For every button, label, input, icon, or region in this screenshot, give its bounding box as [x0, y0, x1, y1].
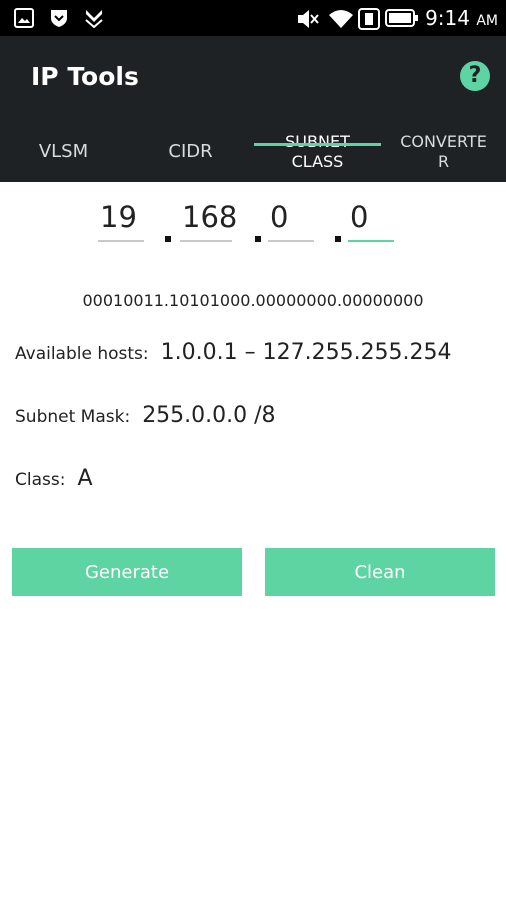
shield-notification-icon [51, 10, 67, 27]
octet-separator [255, 236, 261, 242]
tab-cidr[interactable]: CIDR [127, 122, 254, 182]
octet-4-input[interactable]: 0 [348, 200, 394, 242]
subnet-mask-value: 255.0.0.0 /8 [142, 403, 276, 428]
available-hosts-row: Available hosts: 1.0.0.1 – 127.255.255.25… [15, 340, 452, 365]
clean-button[interactable]: Clean [265, 548, 495, 596]
generate-button[interactable]: Generate [12, 548, 242, 596]
octet-3-input[interactable]: 0 [268, 200, 314, 242]
octet-2-input[interactable]: 168 [180, 200, 237, 242]
octet-1-input[interactable]: 19 [98, 200, 144, 242]
active-tab-indicator [254, 143, 381, 146]
app-title: IP Tools [31, 62, 139, 91]
tab-vlsm[interactable]: VLSM [0, 122, 127, 182]
class-label: Class: [15, 470, 66, 490]
ampm-text: AM [476, 13, 498, 29]
class-row: Class: A [15, 466, 93, 491]
app-bar: IP Tools ? VLSM CIDR SUBNET CLASS CONVER… [0, 36, 506, 182]
tab-bar: VLSM CIDR SUBNET CLASS CONVERTE R [0, 122, 506, 182]
tab-label: CONVERTE R [400, 132, 487, 171]
subnet-mask-label: Subnet Mask: [15, 407, 131, 427]
time-text: 9:14 [425, 6, 470, 30]
tab-converter[interactable]: CONVERTE R [381, 122, 506, 182]
gallery-notification-icon [14, 8, 34, 28]
available-hosts-value: 1.0.0.1 – 127.255.255.254 [160, 340, 452, 365]
download-notification-icon [85, 10, 103, 28]
sim-icon [358, 8, 380, 30]
binary-address: 00010011.10101000.00000000.00000000 [82, 291, 424, 310]
class-value: A [77, 466, 93, 491]
wifi-icon [329, 10, 353, 28]
tab-label: SUBNET CLASS [285, 132, 350, 171]
tab-label: CIDR [168, 141, 213, 162]
mute-icon [298, 10, 319, 28]
help-icon[interactable]: ? [460, 61, 490, 91]
subnet-mask-row: Subnet Mask: 255.0.0.0 /8 [15, 403, 276, 428]
status-time: 9:14 AM [425, 6, 498, 30]
available-hosts-label: Available hosts: [15, 344, 149, 364]
battery-icon [385, 9, 418, 27]
octet-separator [165, 236, 171, 242]
octet-separator [335, 236, 341, 242]
status-bar: 9:14 AM [0, 0, 506, 36]
tab-label: VLSM [38, 141, 89, 162]
tab-subnet-class[interactable]: SUBNET CLASS [254, 122, 381, 182]
